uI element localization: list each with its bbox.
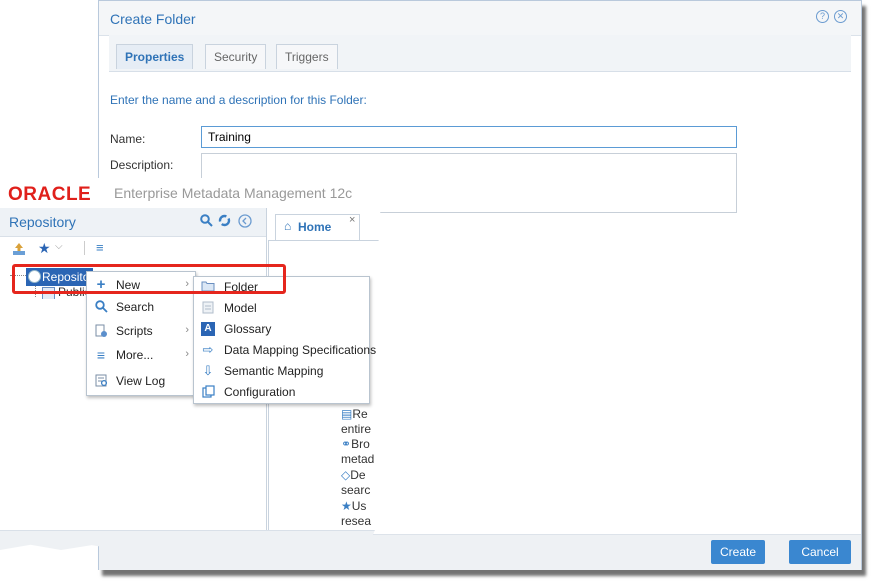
configuration-icon — [201, 385, 215, 399]
callout-highlight — [12, 264, 286, 294]
repository-header: Repository — [0, 208, 266, 236]
collapse-panel-icon[interactable] — [238, 214, 252, 231]
home-snippet: metad — [341, 452, 375, 466]
menu-item-data-mapping-specifications[interactable]: ⇨ Data Mapping Specifications — [194, 340, 377, 361]
product-name: Enterprise Metadata Management 12c — [114, 185, 353, 201]
list-icon: ≡ — [96, 347, 106, 363]
tab-triggers[interactable]: Triggers — [276, 44, 338, 69]
log-icon: ▤ — [341, 407, 353, 421]
search-icon — [94, 300, 108, 314]
search-icon[interactable] — [200, 214, 213, 230]
home-snippet: searc — [341, 483, 371, 497]
home-tab-label: Home — [298, 220, 332, 234]
home-snippet: entire — [341, 422, 372, 436]
repository-toolbar: ★ ⌵ ≡ — [0, 236, 266, 263]
dialog-header: Create Folder ? ✕ — [99, 1, 861, 36]
data-mapping-icon: ⇨ — [202, 342, 214, 357]
tab-properties[interactable]: Properties — [116, 44, 194, 69]
favorites-star-icon[interactable]: ★ — [38, 240, 51, 257]
menu-item-view-log[interactable]: View Log — [87, 371, 195, 392]
menu-item-more[interactable]: ≡ More... › — [87, 345, 195, 366]
glossary-icon: A — [201, 322, 215, 336]
log-icon — [94, 374, 108, 388]
name-label: Name: — [110, 132, 146, 146]
create-button[interactable]: Create — [711, 540, 765, 564]
home-snippet: ◇De — [341, 468, 366, 482]
chevron-right-icon: › — [185, 348, 189, 360]
home-snippet: ▤Re — [341, 407, 368, 421]
close-icon[interactable]: ✕ — [834, 10, 847, 23]
semantic-mapping-icon: ⇩ — [202, 363, 214, 378]
menu-item-configuration[interactable]: Configuration — [194, 382, 369, 403]
menu-lines-icon[interactable]: ≡ — [96, 240, 104, 255]
chevron-right-icon: › — [185, 324, 189, 336]
menu-item-scripts[interactable]: Scripts › — [87, 321, 195, 342]
tab-security[interactable]: Security — [205, 44, 267, 69]
home-snippet: ★Us — [341, 499, 367, 513]
dialog-title: Create Folder — [110, 11, 196, 27]
toolbar-divider — [84, 241, 85, 255]
dialog-tabs: Properties Security Triggers — [109, 35, 851, 72]
home-icon: ⌂ — [284, 219, 292, 233]
chevron-down-icon[interactable]: ⌵ — [55, 241, 63, 252]
menu-item-search[interactable]: Search — [87, 297, 195, 318]
scripts-icon — [94, 324, 108, 338]
repository-title: Repository — [9, 214, 76, 230]
browse-icon: ⚭ — [341, 437, 352, 451]
model-icon — [201, 301, 215, 315]
tag-icon: ◇ — [341, 468, 351, 482]
oracle-logo: ORACLE — [8, 184, 92, 205]
cancel-button[interactable]: Cancel — [789, 540, 851, 564]
form-instruction: Enter the name and a description for thi… — [110, 93, 367, 107]
home-snippet: resea — [341, 514, 372, 528]
brand-bar: ORACLE — [8, 184, 91, 206]
new-submenu: Folder Model A Glossary ⇨ Data Mapping S… — [193, 276, 377, 404]
refresh-icon[interactable] — [218, 214, 231, 230]
import-icon[interactable] — [12, 242, 26, 259]
home-snippet: ⚭Bro — [341, 437, 370, 451]
help-icon[interactable]: ? — [816, 10, 829, 23]
description-label: Description: — [110, 158, 174, 172]
menu-item-semantic-mapping[interactable]: ⇩ Semantic Mapping — [194, 361, 369, 382]
star-icon: ★ — [341, 499, 352, 513]
name-input[interactable] — [201, 126, 737, 148]
close-tab-icon[interactable]: × — [349, 214, 355, 226]
tab-home[interactable]: ⌂ Home × — [275, 214, 360, 240]
menu-item-model[interactable]: Model — [194, 298, 369, 319]
menu-item-glossary[interactable]: A Glossary — [194, 319, 369, 340]
